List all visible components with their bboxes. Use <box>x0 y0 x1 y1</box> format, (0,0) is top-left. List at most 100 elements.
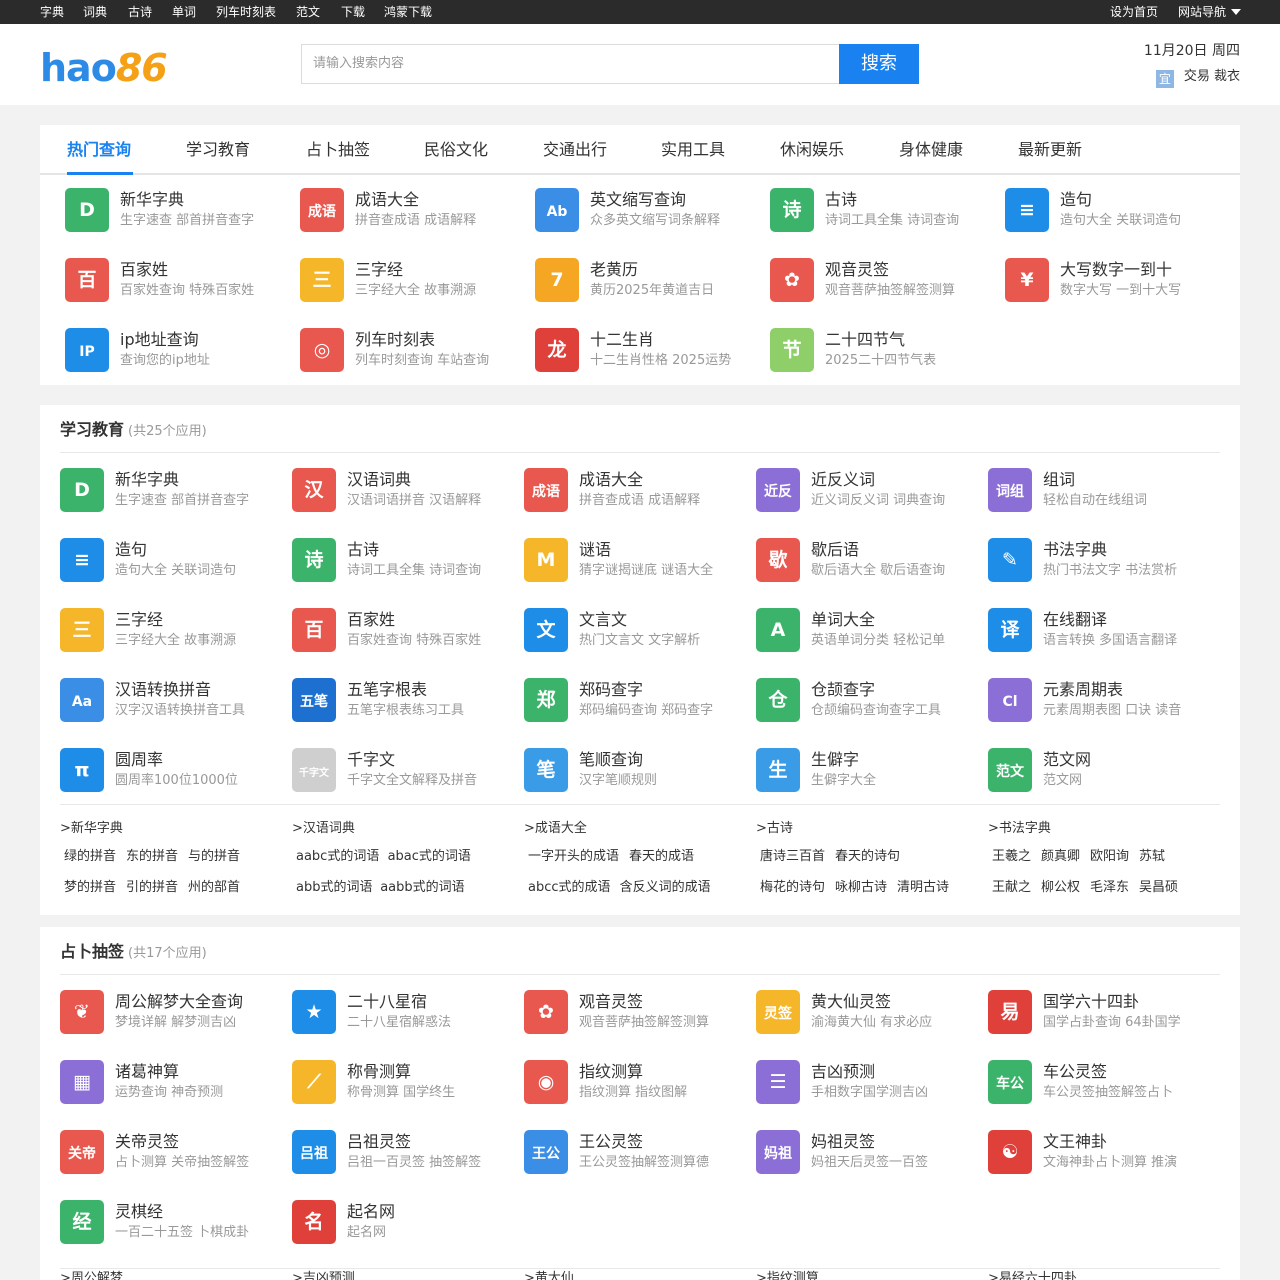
tab-hot[interactable]: 热门查询 <box>67 125 131 175</box>
app-name[interactable]: 观音灵签 <box>825 259 889 281</box>
app-name[interactable]: 范文网 <box>1043 749 1091 771</box>
app-name[interactable]: 书法字典 <box>1043 539 1107 561</box>
app-name[interactable]: 大写数字一到十 <box>1060 259 1172 281</box>
keyword-category[interactable]: >周公解梦 <box>60 1270 123 1280</box>
app-item[interactable]: ✎ 书法字典 热门书法文字 书法赏析 <box>988 537 1208 583</box>
keyword-category[interactable]: >指纹测算 <box>756 1270 819 1280</box>
app-item[interactable]: ≡ 造句 造句大全 关联词造句 <box>1005 187 1225 233</box>
app-name[interactable]: 文王神卦 <box>1043 1131 1107 1153</box>
logo[interactable]: hao86 <box>40 46 168 90</box>
keyword-link[interactable]: 含反义词的成语 <box>620 879 711 897</box>
app-item[interactable]: ¥ 大写数字一到十 数字大写 一到十大写 <box>1005 257 1225 303</box>
app-item[interactable]: 三 三字经 三字经大全 故事溯源 <box>300 257 520 303</box>
app-item[interactable]: ◉ 指纹测算 指纹测算 指纹图解 <box>524 1059 744 1105</box>
app-name[interactable]: 起名网 <box>347 1201 395 1223</box>
tab-health[interactable]: 身体健康 <box>899 125 963 175</box>
keyword-link[interactable]: 王羲之 <box>992 848 1031 866</box>
app-name[interactable]: 称骨测算 <box>347 1061 411 1083</box>
app-item[interactable]: Ab 英文缩写查询 众多英文缩写词条解释 <box>535 187 755 233</box>
keyword-link[interactable]: abac式的词语 <box>388 848 471 866</box>
keyword-link[interactable]: abb式的词语 <box>296 879 372 897</box>
app-name[interactable]: 诸葛神算 <box>115 1061 179 1083</box>
app-item[interactable]: Cl 元素周期表 元素周期表图 口诀 读音 <box>988 677 1208 723</box>
app-name[interactable]: 文言文 <box>579 609 627 631</box>
keyword-link[interactable]: 颜真卿 <box>1041 848 1080 866</box>
app-item[interactable]: 百 百家姓 百家姓查询 特殊百家姓 <box>65 257 285 303</box>
app-item[interactable]: M 谜语 猜字谜揭谜底 谜语大全 <box>524 537 744 583</box>
topnav-link-dict[interactable]: 字典 <box>40 0 64 24</box>
keyword-category[interactable]: >易经六十四卦 <box>988 1270 1077 1280</box>
app-name[interactable]: 组词 <box>1043 469 1075 491</box>
app-item[interactable]: 经 灵棋经 一百二十五签 卜棋成卦 <box>60 1199 280 1245</box>
app-item[interactable]: ☯ 文王神卦 文海神卦占卜测算 推演 <box>988 1129 1208 1175</box>
app-item[interactable]: IP ip地址查询 查询您的ip地址 <box>65 327 285 373</box>
keyword-link[interactable]: aabb式的词语 <box>380 879 464 897</box>
app-item[interactable]: 龙 十二生肖 十二生肖性格 2025运势 <box>535 327 755 373</box>
keyword-link[interactable]: 东的拼音 <box>126 848 178 866</box>
app-name[interactable]: 吉凶预测 <box>811 1061 875 1083</box>
app-item[interactable]: ≡ 造句 造句大全 关联词造句 <box>60 537 280 583</box>
keyword-link[interactable]: 梅花的诗句 <box>760 879 825 897</box>
app-name[interactable]: 百家姓 <box>120 259 168 281</box>
app-name[interactable]: 吕祖灵签 <box>347 1131 411 1153</box>
topnav-link-essay[interactable]: 范文 <box>296 0 320 24</box>
topnav-link-poem[interactable]: 古诗 <box>128 0 152 24</box>
app-item[interactable]: 关帝 关帝灵签 占卜测算 关帝抽签解签 <box>60 1129 280 1175</box>
keyword-category[interactable]: >古诗 <box>756 820 793 838</box>
keyword-link[interactable]: 毛泽东 <box>1090 879 1129 897</box>
app-name[interactable]: 新华字典 <box>120 189 184 211</box>
app-item[interactable]: ⟋ 称骨测算 称骨测算 国学终生 <box>292 1059 512 1105</box>
keyword-link[interactable]: 苏轼 <box>1139 848 1165 866</box>
keyword-link[interactable]: 唐诗三百首 <box>760 848 825 866</box>
app-name[interactable]: 百家姓 <box>347 609 395 631</box>
keyword-link[interactable]: aabc式的词语 <box>296 848 379 866</box>
app-item[interactable]: 诗 古诗 诗词工具全集 诗词查询 <box>770 187 990 233</box>
keyword-category[interactable]: >成语大全 <box>524 820 587 838</box>
app-name[interactable]: 郑码查字 <box>579 679 643 701</box>
keyword-link[interactable]: 欧阳询 <box>1090 848 1129 866</box>
app-name[interactable]: 成语大全 <box>355 189 419 211</box>
app-name[interactable]: 英文缩写查询 <box>590 189 686 211</box>
app-name[interactable]: 十二生肖 <box>590 329 654 351</box>
app-item[interactable]: ✿ 观音灵签 观音菩萨抽签解签测算 <box>770 257 990 303</box>
app-item[interactable]: D 新华字典 生字速查 部首拼音查字 <box>60 467 280 513</box>
keyword-link[interactable]: 柳公权 <box>1041 879 1080 897</box>
app-name[interactable]: 生僻字 <box>811 749 859 771</box>
tab-latest[interactable]: 最新更新 <box>1018 125 1082 175</box>
app-item[interactable]: 名起名网 起名网 <box>292 1199 512 1245</box>
topnav-link-harmony[interactable]: 鸿蒙下载 <box>384 0 432 24</box>
app-item[interactable]: 译 在线翻译 语言转换 多国语言翻译 <box>988 607 1208 653</box>
topnav-link-train[interactable]: 列车时刻表 <box>216 0 276 24</box>
keyword-link[interactable]: abcc式的成语 <box>528 879 611 897</box>
app-item[interactable]: 范文 范文网 范文网 <box>988 747 1208 793</box>
app-item[interactable]: 词组 组词 轻松自动在线组词 <box>988 467 1208 513</box>
app-name[interactable]: 灵棋经 <box>115 1201 163 1223</box>
app-item[interactable]: 王公 王公灵签 王公灵签抽解签测算德 <box>524 1129 744 1175</box>
app-item[interactable]: 五笔 五笔字根表 五笔字根表练习工具 <box>292 677 512 723</box>
keyword-category[interactable]: >黄大仙 <box>524 1270 574 1280</box>
keyword-link[interactable]: 清明古诗 <box>897 879 949 897</box>
app-item[interactable]: 灵签 黄大仙灵签 渝海黄大仙 有求必应 <box>756 989 976 1035</box>
app-name[interactable]: 千字文 <box>347 749 395 771</box>
app-item[interactable]: ☰ 吉凶预测 手相数字国学测吉凶 <box>756 1059 976 1105</box>
app-name[interactable]: 古诗 <box>825 189 857 211</box>
tab-leisure[interactable]: 休闲娱乐 <box>780 125 844 175</box>
app-item[interactable]: 节 二十四节气 2025二十四节气表 <box>770 327 990 373</box>
app-name[interactable]: 五笔字根表 <box>347 679 427 701</box>
app-item[interactable]: 汉 汉语词典 汉语词语拼音 汉语解释 <box>292 467 512 513</box>
app-name[interactable]: 汉语词典 <box>347 469 411 491</box>
app-name[interactable]: 指纹测算 <box>579 1061 643 1083</box>
keyword-link[interactable]: 州的部首 <box>188 879 240 897</box>
app-item[interactable]: 歇 歇后语 歇后语大全 歇后语查询 <box>756 537 976 583</box>
app-item[interactable]: 文 文言文 热门文言文 文字解析 <box>524 607 744 653</box>
app-name[interactable]: 关帝灵签 <box>115 1131 179 1153</box>
app-name[interactable]: 仓颉查字 <box>811 679 875 701</box>
app-name[interactable]: 在线翻译 <box>1043 609 1107 631</box>
app-name[interactable]: 观音灵签 <box>579 991 643 1013</box>
app-item[interactable]: 成语 成语大全 拼音查成语 成语解释 <box>300 187 520 233</box>
app-item[interactable]: 易 国学六十四卦 国学占卦查询 64卦国学 <box>988 989 1208 1035</box>
app-item[interactable]: 吕祖 吕祖灵签 吕祖一百灵签 抽签解签 <box>292 1129 512 1175</box>
app-item[interactable]: ★ 二十八星宿 二十八星宿解惑法 <box>292 989 512 1035</box>
keyword-link[interactable]: 王献之 <box>992 879 1031 897</box>
app-name[interactable]: 近反义词 <box>811 469 875 491</box>
